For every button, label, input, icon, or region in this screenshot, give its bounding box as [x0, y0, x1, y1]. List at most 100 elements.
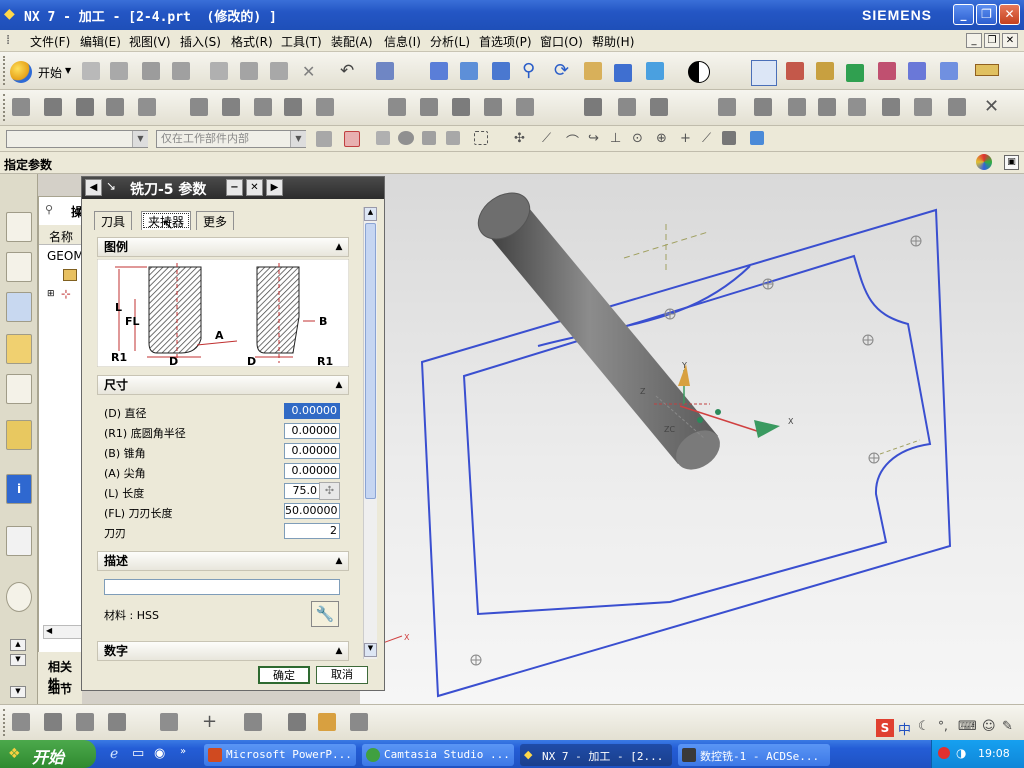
ime-settings-icon[interactable]: ✎: [1002, 719, 1013, 734]
task-powerpoint[interactable]: Microsoft PowerP...: [204, 744, 356, 766]
section-number[interactable]: 数字 ▲: [97, 641, 349, 661]
ime-moon-icon[interactable]: ☾: [918, 719, 930, 734]
length-options-icon[interactable]: ✣: [319, 482, 340, 500]
start-icon[interactable]: [10, 61, 32, 83]
method-view-icon[interactable]: [284, 98, 302, 116]
doc-close-button[interactable]: ✕: [1002, 33, 1018, 48]
zoom-window-icon[interactable]: [492, 62, 510, 80]
param-flutes-input[interactable]: 2: [284, 523, 340, 539]
tray-recorder-icon[interactable]: [938, 747, 950, 759]
select-icon[interactable]: [376, 62, 394, 80]
group-icon[interactable]: [882, 98, 900, 116]
pin-icon[interactable]: ⚲: [45, 203, 53, 216]
ime-user-icon[interactable]: ☺: [982, 719, 996, 734]
clock-icon[interactable]: [6, 582, 32, 612]
menu-file[interactable]: 文件(F): [30, 33, 70, 50]
bottom-tool-4-icon[interactable]: [108, 713, 126, 731]
dialog-scrollbar[interactable]: ▲ ▼: [363, 207, 377, 659]
description-input[interactable]: [104, 579, 340, 595]
menu-window[interactable]: 窗口(O): [540, 33, 583, 50]
snap-face-icon[interactable]: [722, 131, 736, 145]
assembly-nav-icon[interactable]: [6, 212, 32, 242]
snap-quadrant-icon[interactable]: ⊕: [656, 131, 667, 146]
bottom-tool-8-icon[interactable]: [318, 713, 336, 731]
snap-midpoint-icon[interactable]: ⟋: [542, 131, 551, 146]
h-scroll-left-icon[interactable]: ◀: [43, 625, 83, 639]
scroll-down-icon[interactable]: ▼: [364, 643, 377, 657]
create-method-icon[interactable]: [106, 98, 124, 116]
snap-endpoint-icon[interactable]: ✣: [514, 131, 525, 146]
bottom-tool-2-icon[interactable]: [44, 713, 62, 731]
collapse-dimensions-icon[interactable]: ▲: [332, 378, 346, 392]
material-icon[interactable]: [618, 98, 636, 116]
print-icon[interactable]: [172, 62, 190, 80]
snap-center-icon[interactable]: ⊙: [632, 131, 643, 146]
snap-view-icon[interactable]: [750, 131, 764, 145]
reuse-library-icon[interactable]: [6, 374, 32, 404]
feature-icon[interactable]: [718, 98, 736, 116]
param-tip-angle-input[interactable]: 0.00000: [284, 463, 340, 479]
desktop-icon[interactable]: ▭: [132, 746, 144, 761]
column-name-header[interactable]: 名称: [49, 228, 73, 245]
menu-help[interactable]: 帮助(H): [592, 33, 634, 50]
magnify-icon[interactable]: ⚲: [522, 60, 535, 81]
move-icon[interactable]: [914, 98, 932, 116]
fit-view-icon[interactable]: [430, 62, 448, 80]
menu-format[interactable]: 格式(R): [231, 33, 273, 50]
transform-icon[interactable]: [484, 98, 502, 116]
layer-icon[interactable]: [848, 98, 866, 116]
shop-doc-icon[interactable]: [940, 62, 958, 80]
minimize-button[interactable]: _: [953, 4, 974, 25]
copy-icon[interactable]: [240, 62, 258, 80]
type-filter-arrow-icon[interactable]: ▼: [132, 131, 148, 147]
bottom-tool-3-icon[interactable]: [76, 713, 94, 731]
menu-insert[interactable]: 插入(S): [180, 33, 221, 50]
operation-icon[interactable]: [816, 62, 834, 80]
bottom-tool-1-icon[interactable]: [12, 713, 30, 731]
start-menu-button[interactable]: 开始: [38, 64, 62, 81]
ime-lang-icon[interactable]: 中: [898, 719, 911, 738]
quicklaunch-expand-icon[interactable]: »: [180, 746, 186, 757]
param-taper-angle-input[interactable]: 0.00000: [284, 443, 340, 459]
create-operation-icon[interactable]: [138, 98, 156, 116]
resource-scroll-up-icon[interactable]: ▲: [10, 639, 26, 651]
wcs-icon[interactable]: [751, 60, 777, 86]
resource-scroll-down-icon[interactable]: ▼: [10, 686, 26, 698]
operation-nav-icon[interactable]: [6, 292, 32, 322]
menu-preferences[interactable]: 首选项(P): [479, 33, 532, 50]
create-geometry-icon[interactable]: [76, 98, 94, 116]
scroll-up-icon[interactable]: ▲: [364, 207, 377, 221]
close-button[interactable]: ✕: [999, 4, 1020, 25]
history-icon[interactable]: [6, 420, 32, 450]
machine-nav-icon[interactable]: [6, 334, 32, 364]
cut-icon[interactable]: [210, 62, 228, 80]
collapse-legend-icon[interactable]: ▲: [332, 240, 346, 254]
dialog-title-bar[interactable]: ◀ ↘ 铣刀-5 参数 − ✕ ▶: [82, 177, 384, 199]
zoom-icon[interactable]: [460, 62, 478, 80]
ime-keyboard-icon[interactable]: ⌨: [958, 719, 977, 734]
tab-tool[interactable]: 刀具: [94, 211, 133, 230]
display-tool-icon[interactable]: [584, 98, 602, 116]
paste-icon[interactable]: [270, 62, 288, 80]
replay-icon[interactable]: [420, 98, 438, 116]
task-acdsee[interactable]: 数控铣-1 - ACDSe...: [678, 744, 830, 766]
dialog-close-button[interactable]: ✕: [246, 179, 263, 196]
menu-analysis[interactable]: 分析(L): [430, 33, 470, 50]
dialog-forward-button[interactable]: ▶: [266, 179, 283, 196]
graphics-window[interactable]: X Y Z ZC X: [360, 174, 1024, 704]
snap-control-icon[interactable]: ⌒: [566, 131, 579, 150]
collapse-number-icon[interactable]: ▲: [332, 644, 346, 658]
machine-tool-icon[interactable]: [222, 98, 240, 116]
measure-icon[interactable]: [975, 64, 999, 76]
curve-rule-icon[interactable]: [376, 131, 390, 145]
copy-op-icon[interactable]: [948, 98, 966, 116]
ie-icon[interactable]: ℯ: [110, 746, 118, 762]
cancel-button[interactable]: 取消: [316, 666, 368, 684]
rotate-icon[interactable]: ⟳: [554, 60, 569, 81]
quicklaunch-icon[interactable]: ◉: [154, 746, 165, 761]
collapse-description-icon[interactable]: ▲: [332, 554, 346, 568]
display-mode-icon[interactable]: [688, 61, 710, 83]
ok-button[interactable]: 确定: [258, 666, 310, 684]
shaded-icon[interactable]: [614, 64, 632, 82]
material-select-icon[interactable]: 🔧: [311, 601, 339, 627]
